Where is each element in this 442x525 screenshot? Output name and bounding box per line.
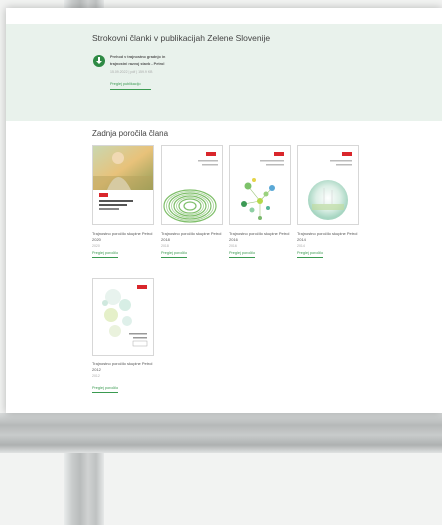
document-title[interactable]: Prehod v trajnostno gradnjo in bbox=[110, 55, 165, 59]
report-title: Trajnostno poročilo skupine Petrol 2012 bbox=[92, 361, 153, 372]
report-cover[interactable] bbox=[92, 145, 154, 225]
section-title: Zadnja poročila člana bbox=[92, 129, 169, 138]
view-report-link[interactable]: Preglej poročilo bbox=[92, 386, 118, 390]
view-report-link[interactable]: Preglej poročilo bbox=[92, 251, 118, 255]
report-cover-image bbox=[163, 152, 218, 223]
background-stripe-horizontal bbox=[0, 413, 442, 453]
report-title: Trajnostno poročilo skupine Petrol 2020 bbox=[92, 231, 153, 242]
report-year: 2020 bbox=[92, 244, 100, 248]
document-title-continued[interactable]: trajnostni razvoj stavb - Petrol bbox=[110, 62, 164, 66]
view-report-link[interactable]: Preglej poročilo bbox=[161, 251, 187, 255]
report-year: 2018 bbox=[161, 244, 169, 248]
view-report-link[interactable]: Preglej poročilo bbox=[229, 251, 255, 255]
page-card: Strokovni članki v publikacijah Zelene S… bbox=[6, 8, 442, 413]
link-underline bbox=[110, 89, 151, 90]
report-cover-image bbox=[308, 152, 352, 220]
panel-title: Strokovni članki v publikacijah Zelene S… bbox=[92, 33, 271, 43]
view-report-link[interactable]: Preglej poročilo bbox=[297, 251, 323, 255]
report-year: 2016 bbox=[229, 244, 237, 248]
link-underline bbox=[229, 257, 255, 258]
report-cover[interactable] bbox=[161, 145, 223, 225]
report-cover-image bbox=[93, 146, 153, 210]
document-meta: 15.09.2022 | pdf | 159.9 KB bbox=[110, 70, 153, 74]
report-cover-image bbox=[241, 152, 284, 220]
report-title: Trajnostno poročilo skupine Petrol 2016 bbox=[229, 231, 290, 242]
report-cover[interactable] bbox=[229, 145, 291, 225]
report-cover[interactable] bbox=[92, 278, 154, 356]
report-title: Trajnostno poročilo skupine Petrol 2014 bbox=[297, 231, 358, 242]
report-cover[interactable] bbox=[297, 145, 359, 225]
link-underline bbox=[92, 392, 118, 393]
link-underline bbox=[161, 257, 187, 258]
report-title: Trajnostno poročilo skupine Petrol 2018 bbox=[161, 231, 222, 242]
report-year: 2012 bbox=[92, 374, 100, 378]
view-publication-link[interactable]: Preglej publikacijo bbox=[110, 82, 141, 86]
download-icon[interactable] bbox=[93, 55, 105, 67]
link-underline bbox=[297, 257, 323, 258]
report-cover-image bbox=[102, 285, 148, 347]
link-underline bbox=[92, 257, 118, 258]
report-year: 2014 bbox=[297, 244, 305, 248]
